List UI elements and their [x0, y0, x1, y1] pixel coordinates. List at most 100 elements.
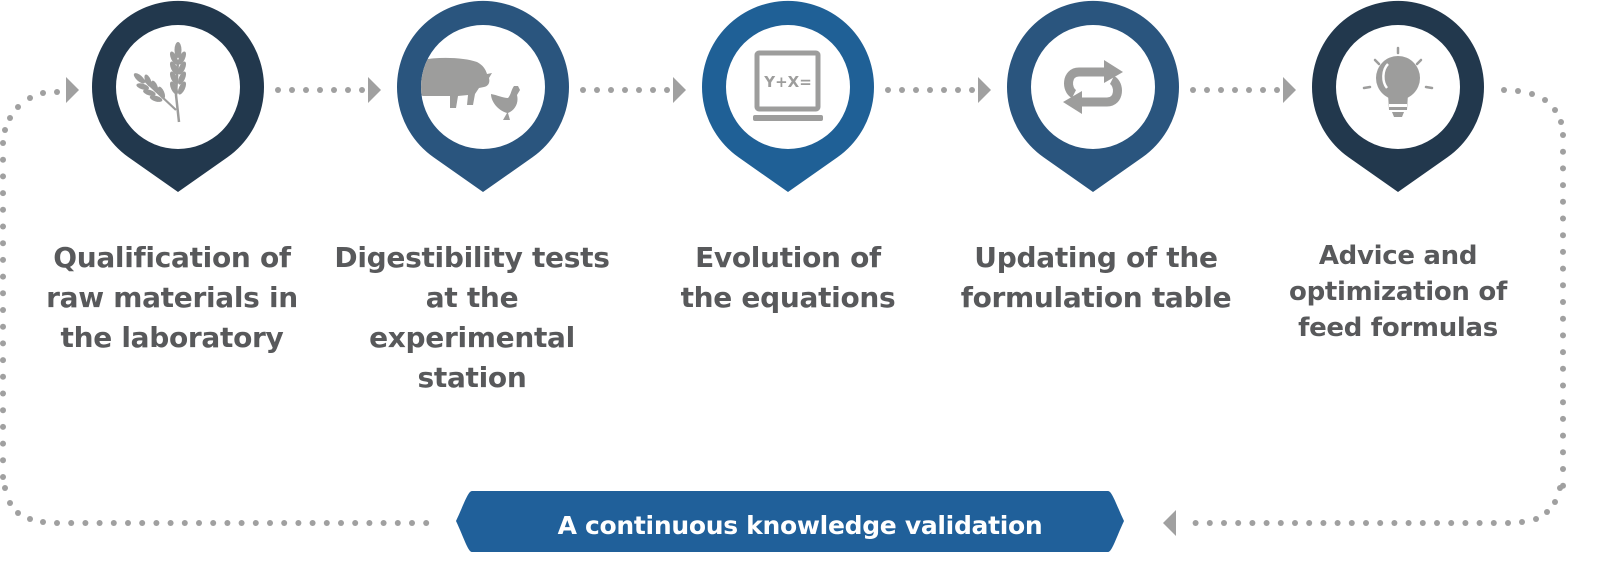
label-line: optimization of	[1289, 277, 1507, 307]
connector-dot	[15, 510, 21, 516]
connector-dot	[394, 520, 401, 526]
connector-dot	[1560, 132, 1566, 138]
connector-dot	[224, 520, 231, 526]
connector-dot	[1405, 520, 1412, 526]
connector-dot	[1334, 520, 1341, 526]
label-line: Qualification of	[53, 241, 291, 274]
connector-dot	[1560, 449, 1566, 456]
connector-dot	[331, 87, 337, 93]
banner-label: A continuous knowledge validation	[557, 510, 1043, 540]
connector-dot	[0, 307, 6, 313]
connector-dot	[54, 520, 60, 526]
connector-dot	[580, 87, 586, 93]
connector-dot	[1277, 520, 1284, 526]
connector-dot	[0, 223, 6, 230]
connector-dot	[110, 520, 117, 526]
label-line: Digestibility tests	[334, 241, 610, 274]
connector-dot	[608, 87, 614, 93]
connector-dot	[1292, 520, 1298, 526]
connector-dot	[345, 87, 351, 93]
arrow-right-icon	[368, 77, 381, 103]
connector-dot	[1560, 182, 1566, 189]
connector-dot	[0, 457, 6, 464]
label-line: the equations	[680, 281, 896, 314]
connector-dot	[82, 520, 89, 526]
connector-dot	[380, 520, 387, 526]
connector-dot	[366, 520, 373, 526]
connector-dot	[1490, 520, 1497, 526]
connector-dot	[0, 440, 6, 447]
connector-dot	[1306, 520, 1313, 526]
connector-dot	[0, 240, 6, 247]
connector-dot	[1505, 520, 1511, 526]
connector-dot	[0, 407, 6, 414]
connector-dot	[317, 87, 323, 93]
step-label-1: Qualification of raw materials in the la…	[22, 238, 322, 358]
connector-dot	[27, 516, 33, 522]
connector-dot	[0, 340, 6, 347]
connector-dot	[1560, 365, 1566, 372]
step-label-3: Evolution of the equations	[638, 238, 938, 318]
connector-dot	[913, 87, 919, 93]
connector-dot	[0, 206, 6, 213]
connector-dot	[0, 190, 6, 197]
connector-dot	[196, 520, 202, 526]
connector-dot	[0, 323, 6, 330]
label-line: formulation table	[960, 281, 1232, 314]
connector-dot	[238, 520, 245, 526]
connector-dot	[0, 156, 6, 163]
connector-dot	[1542, 97, 1548, 103]
connector-dot	[1560, 399, 1566, 406]
connector-dot	[2, 485, 8, 491]
connector-dot	[1515, 88, 1521, 94]
connector-dot	[1560, 432, 1566, 439]
connector-dot	[1249, 520, 1256, 526]
connector-dot	[1560, 315, 1566, 322]
connector-dot	[15, 104, 21, 110]
connector-dot	[1448, 520, 1455, 526]
connector-dot	[0, 390, 6, 397]
pin-inner-circle	[1031, 25, 1155, 149]
connector-dot	[885, 87, 891, 93]
connector-dot	[1462, 520, 1469, 526]
connector-dot	[423, 520, 430, 526]
connector-dot	[275, 87, 281, 93]
connector-dot	[927, 87, 933, 93]
connector-dot	[1391, 520, 1398, 526]
connector-dot	[167, 520, 174, 526]
connector-dot	[594, 87, 600, 93]
connector-dot	[359, 87, 365, 93]
connector-dot	[0, 423, 6, 430]
connector-dot	[0, 273, 6, 280]
label-line: Updating of the	[974, 241, 1218, 274]
connector-dot	[7, 115, 13, 121]
label-line: station	[417, 361, 527, 394]
connector-dot	[941, 87, 947, 93]
connector-dot	[1560, 148, 1566, 155]
arrow-right-icon	[978, 77, 991, 103]
connector-dot	[323, 520, 330, 526]
connector-dot	[0, 173, 6, 180]
connector-dot	[1204, 87, 1210, 93]
connector-dot	[54, 89, 60, 95]
connector-dot	[295, 520, 302, 526]
connector-dot	[252, 520, 259, 526]
connector-dot	[1560, 282, 1566, 289]
connector-dot	[0, 290, 6, 297]
connector-dot	[1260, 87, 1266, 93]
arrow-right-icon	[1283, 77, 1296, 103]
label-line: Evolution of	[695, 241, 881, 274]
connector-dot	[27, 95, 33, 101]
connector-dot	[1560, 299, 1566, 305]
connector-dot	[409, 520, 415, 526]
connector-dot	[303, 87, 309, 93]
label-line: at the experimental	[369, 281, 575, 354]
step-pin-5	[1312, 0, 1484, 193]
connector-dot	[955, 87, 961, 93]
step-pin-2	[397, 0, 569, 193]
connector-dot	[1476, 520, 1483, 526]
connector-dot	[1519, 519, 1525, 525]
connector-dot	[125, 520, 131, 526]
connector-dot	[153, 520, 160, 526]
step-pin-1	[92, 0, 264, 193]
